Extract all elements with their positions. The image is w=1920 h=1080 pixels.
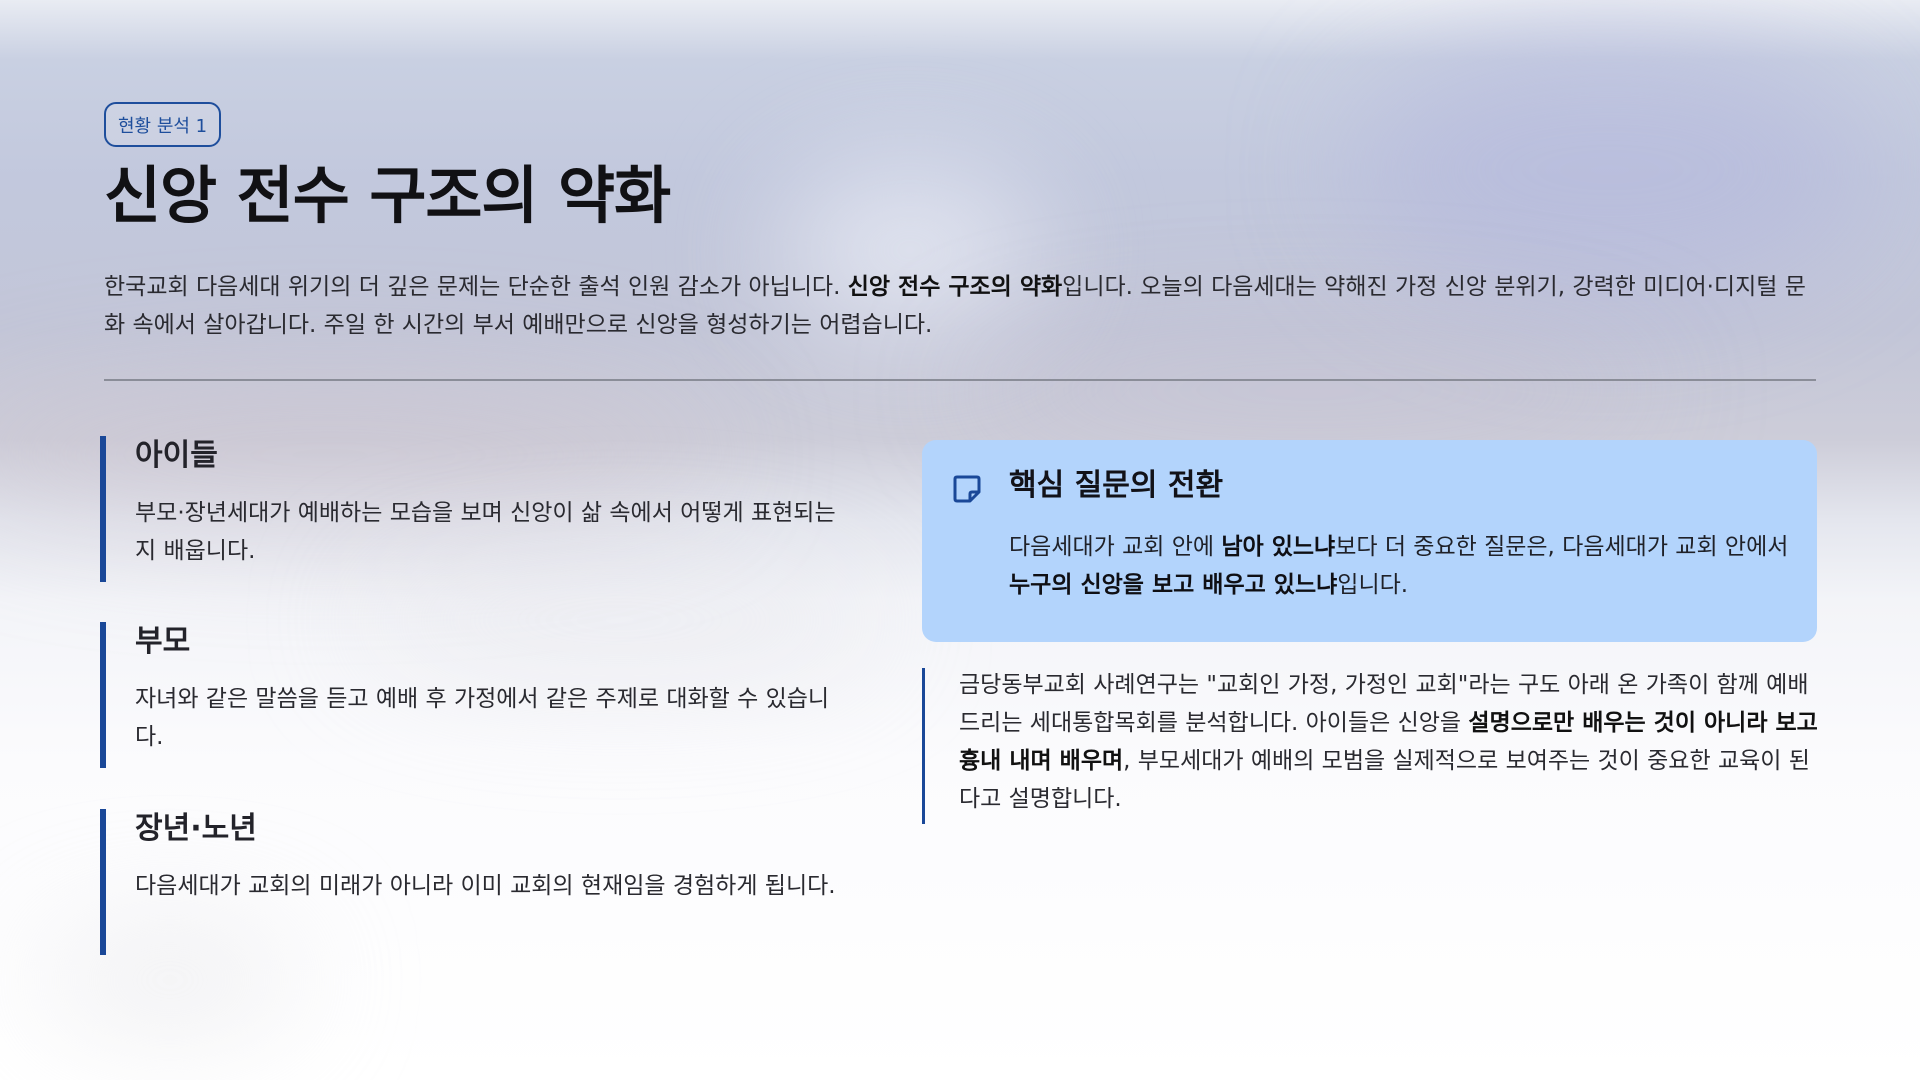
- callout-emphasis: 누구의 신앙을 보고 배우고 있느냐: [1009, 572, 1338, 598]
- sticky-note-icon: [953, 475, 981, 503]
- page-title: 신앙 전수 구조의 약화: [104, 159, 671, 232]
- key-question-callout: 핵심 질문의 전환 다음세대가 교회 안에 남아 있느냐보다 더 중요한 질문은…: [922, 440, 1817, 642]
- slide: 현황 분석 1 신앙 전수 구조의 약화 한국교회 다음세대 위기의 더 깊은 …: [0, 0, 1920, 1080]
- divider: [104, 379, 1816, 381]
- group-text: 부모·장년세대가 예배하는 모습을 보며 신앙이 삶 속에서 어떻게 표현되는지…: [135, 500, 836, 564]
- lead-emphasis: 신앙 전수 구조의 약화: [847, 274, 1063, 300]
- lead-paragraph: 한국교회 다음세대 위기의 더 깊은 문제는 단순한 출석 인원 감소가 아닙니…: [104, 268, 1824, 344]
- case-study-quote: 금당동부교회 사례연구는 "교회인 가정, 가정인 교회"라는 구도 아래 온 …: [922, 666, 1819, 824]
- group-children: 아이들 부모·장년세대가 예배하는 모습을 보며 신앙이 삶 속에서 어떻게 표…: [100, 436, 860, 582]
- group-elders: 장년·노년 다음세대가 교회의 미래가 아니라 이미 교회의 현재임을 경험하게…: [100, 809, 860, 955]
- callout-text-part: 입니다.: [1337, 572, 1409, 598]
- callout-text-part: 다음세대가 교회 안에: [1009, 534, 1222, 560]
- group-text: 자녀와 같은 말씀을 듣고 예배 후 가정에서 같은 주제로 대화할 수 있습니…: [135, 686, 830, 750]
- group-text: 다음세대가 교회의 미래가 아니라 이미 교회의 현재임을 경험하게 됩니다.: [135, 873, 836, 899]
- group-parents: 부모 자녀와 같은 말씀을 듣고 예배 후 가정에서 같은 주제로 대화할 수 …: [100, 622, 860, 768]
- callout-title: 핵심 질문의 전환: [1009, 468, 1224, 503]
- callout-text-part: 보다 더 중요한 질문은, 다음세대가 교회 안에서: [1335, 534, 1789, 560]
- callout-text: 다음세대가 교회 안에 남아 있느냐보다 더 중요한 질문은, 다음세대가 교회…: [1009, 528, 1789, 604]
- quote-text: 금당동부교회 사례연구는 "교회인 가정, 가정인 교회"라는 구도 아래 온 …: [959, 666, 1819, 818]
- group-title: 아이들: [135, 438, 218, 473]
- group-title: 부모: [135, 624, 191, 659]
- lead-text: 한국교회 다음세대 위기의 더 깊은 문제는 단순한 출석 인원 감소가 아닙니…: [104, 274, 848, 300]
- group-title: 장년·노년: [135, 811, 257, 846]
- callout-emphasis: 남아 있느냐: [1221, 534, 1336, 560]
- section-badge: 현황 분석 1: [104, 102, 222, 147]
